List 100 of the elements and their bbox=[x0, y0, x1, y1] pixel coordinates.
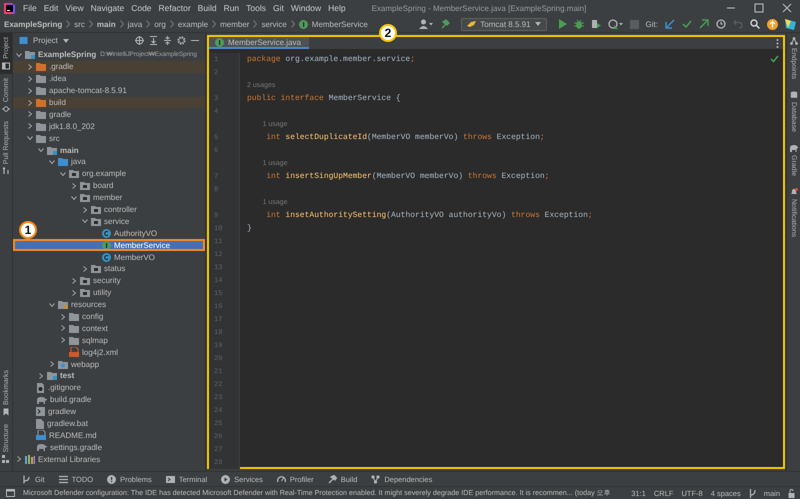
tree-row[interactable]: controller bbox=[81, 204, 205, 216]
settings-icon[interactable] bbox=[177, 36, 186, 45]
tree-row[interactable]: main bbox=[37, 144, 205, 156]
breadcrumb[interactable]: src bbox=[74, 20, 85, 28]
menu-item[interactable]: Navigate bbox=[90, 3, 124, 13]
menu-item[interactable]: View bbox=[65, 3, 84, 13]
menu-item[interactable]: File bbox=[23, 3, 37, 13]
menu-item[interactable]: Tools bbox=[246, 3, 266, 13]
bug-icon[interactable] bbox=[574, 19, 584, 29]
tree-row[interactable]: context bbox=[59, 322, 205, 334]
chevron-icon[interactable] bbox=[26, 123, 33, 130]
tree-row[interactable]: webapp bbox=[48, 358, 205, 370]
tree-row[interactable]: build bbox=[13, 96, 205, 108]
run-configuration-dropdown[interactable]: Tomcat 8.5.91 bbox=[461, 18, 547, 30]
update-icon[interactable] bbox=[767, 18, 778, 30]
tree-row[interactable]: log4j2.xml bbox=[59, 346, 205, 358]
window-icon[interactable] bbox=[6, 489, 15, 497]
run-icon[interactable] bbox=[558, 19, 567, 29]
chevron-icon[interactable] bbox=[37, 372, 44, 379]
chevron-icon[interactable] bbox=[26, 76, 33, 82]
tree-row[interactable]: java bbox=[48, 156, 205, 168]
chevron-icon[interactable] bbox=[37, 147, 44, 154]
chevron-icon[interactable] bbox=[59, 337, 66, 344]
panel-title[interactable]: Project bbox=[33, 36, 58, 45]
chevron-icon[interactable] bbox=[26, 135, 33, 142]
expand-all-icon[interactable] bbox=[149, 36, 158, 45]
tree-row[interactable]: sqlmap bbox=[59, 334, 205, 346]
tree-row[interactable]: gradlew.bat bbox=[26, 418, 205, 430]
breadcrumb[interactable]: MemberService bbox=[312, 20, 368, 28]
tree-row[interactable]: board bbox=[70, 180, 205, 192]
menu-item[interactable]: Window bbox=[290, 3, 322, 13]
breadcrumb[interactable]: example bbox=[178, 20, 208, 28]
tree-row[interactable]: .gitignore bbox=[26, 382, 205, 394]
breadcrumb[interactable]: member bbox=[220, 20, 250, 28]
chevron-icon[interactable] bbox=[26, 64, 33, 70]
breadcrumb[interactable]: ExampleSpring bbox=[4, 20, 62, 28]
menu-item[interactable]: Help bbox=[328, 3, 346, 13]
breadcrumb[interactable]: org bbox=[154, 20, 166, 28]
chevron-icon[interactable] bbox=[70, 290, 77, 296]
menu-item[interactable]: Run bbox=[224, 3, 240, 13]
clock-icon[interactable] bbox=[716, 19, 726, 29]
close-icon[interactable] bbox=[782, 3, 792, 13]
menu-item[interactable]: Refactor bbox=[158, 3, 191, 13]
tree-row[interactable]: settings.gradle bbox=[26, 441, 205, 454]
menu-item[interactable]: Git bbox=[273, 3, 284, 13]
breadcrumb[interactable]: java bbox=[128, 20, 142, 28]
tree-row[interactable]: service bbox=[81, 215, 205, 228]
more-icon[interactable] bbox=[776, 38, 779, 48]
tree-row[interactable]: jdk1.8.0_202 bbox=[26, 120, 205, 132]
chevron-icon[interactable] bbox=[59, 325, 66, 332]
chevron-icon[interactable] bbox=[81, 206, 88, 213]
check-icon[interactable] bbox=[682, 19, 692, 29]
chevron-icon[interactable] bbox=[59, 314, 66, 320]
menu-item[interactable]: Build bbox=[198, 3, 217, 13]
chevron-icon[interactable] bbox=[26, 88, 33, 94]
chevron-icon[interactable] bbox=[70, 278, 77, 284]
search-icon[interactable] bbox=[750, 19, 760, 29]
collapse-all-icon[interactable] bbox=[163, 36, 172, 45]
target-icon[interactable] bbox=[135, 36, 144, 45]
menu-item[interactable]: Edit bbox=[44, 3, 58, 13]
chevron-icon[interactable] bbox=[81, 218, 88, 224]
tree-row[interactable]: src bbox=[26, 132, 205, 144]
tree-row[interactable]: .gradle bbox=[13, 60, 205, 73]
tree-row[interactable]: utility bbox=[70, 286, 205, 299]
caret-icon[interactable] bbox=[62, 38, 69, 42]
chevron-icon[interactable] bbox=[70, 194, 77, 201]
arrow-icon[interactable] bbox=[699, 19, 709, 29]
chevron-icon[interactable] bbox=[26, 100, 33, 106]
tree-row[interactable]: AuthorityVO bbox=[92, 227, 205, 240]
chevron-icon[interactable] bbox=[48, 158, 55, 165]
tree-row[interactable]: .idea bbox=[26, 72, 205, 85]
chevron-icon[interactable] bbox=[81, 266, 88, 272]
tree-row[interactable]: README.md bbox=[26, 430, 205, 442]
tree-row[interactable]: External Libraries bbox=[15, 453, 205, 466]
menu-item[interactable]: Code bbox=[131, 3, 152, 13]
coverage-icon[interactable] bbox=[590, 19, 601, 29]
tree-row[interactable]: resources bbox=[48, 298, 205, 311]
chevron-icon[interactable] bbox=[48, 361, 55, 368]
tree-row[interactable]: security bbox=[70, 274, 205, 287]
tree-row[interactable]: gradle bbox=[26, 108, 205, 120]
chevron-icon[interactable] bbox=[48, 302, 55, 308]
tree-row[interactable]: status bbox=[81, 263, 205, 275]
arrow-icon[interactable] bbox=[665, 19, 675, 29]
profiler-icon[interactable] bbox=[608, 19, 623, 29]
chevron-icon[interactable] bbox=[26, 111, 33, 118]
tree-row[interactable]: apache-tomcat-8.5.91 bbox=[26, 84, 205, 97]
tree-row[interactable]: MemberService bbox=[13, 239, 205, 252]
user-icon[interactable] bbox=[419, 19, 434, 29]
tree-row[interactable]: build.gradle bbox=[26, 394, 205, 406]
tree-row[interactable]: MemberVO bbox=[92, 251, 205, 264]
hammer-icon[interactable] bbox=[440, 19, 450, 29]
chevron-icon[interactable] bbox=[15, 456, 22, 462]
tree-row[interactable]: config bbox=[59, 310, 205, 322]
tree-row[interactable]: test bbox=[37, 370, 205, 382]
lock-icon[interactable] bbox=[788, 488, 796, 498]
tree-row[interactable]: org.example bbox=[59, 168, 205, 180]
editor-tab[interactable]: MemberService.java bbox=[209, 37, 309, 49]
tree-row[interactable]: gradlew bbox=[26, 406, 205, 418]
chevron-icon[interactable] bbox=[59, 170, 66, 177]
chevron-icon[interactable] bbox=[15, 52, 22, 58]
